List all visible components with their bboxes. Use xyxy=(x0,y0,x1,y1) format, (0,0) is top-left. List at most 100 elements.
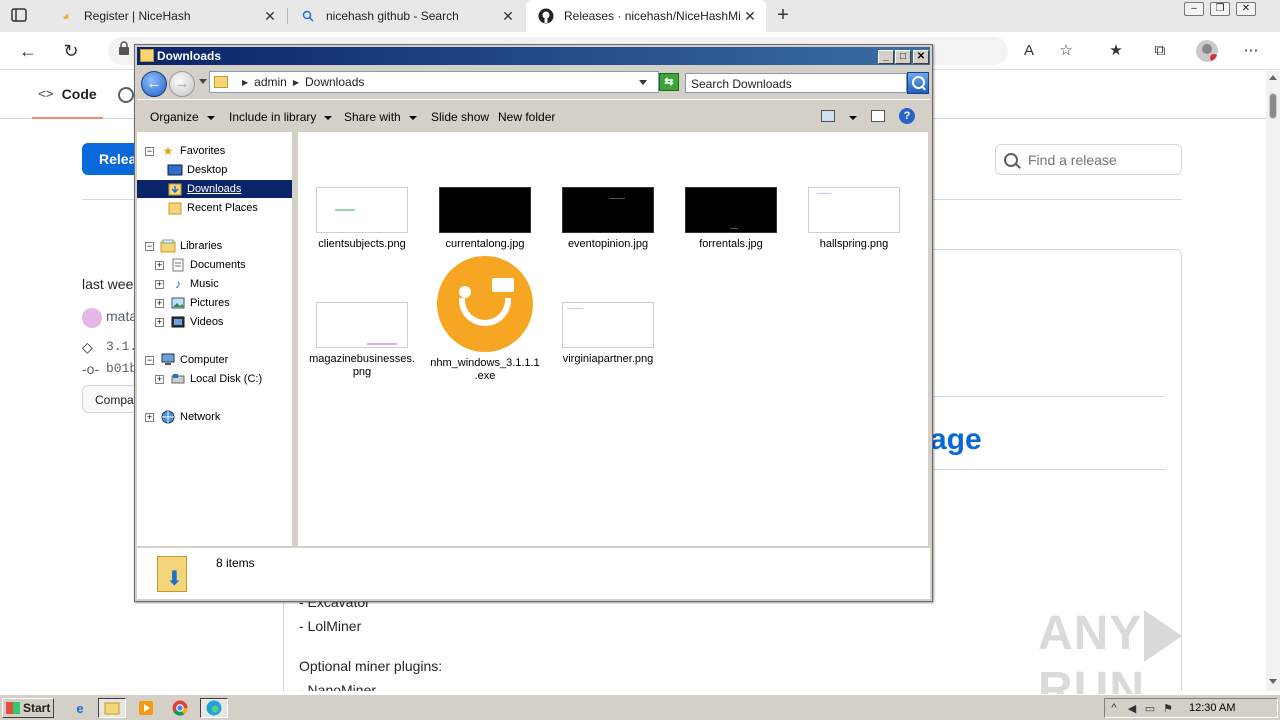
tree-recent-places[interactable]: Recent Places xyxy=(167,199,258,217)
chevron-right-icon[interactable]: ▶ xyxy=(242,78,248,87)
file-item[interactable]: clientsubjects.png xyxy=(307,187,417,251)
include-in-library-menu[interactable]: Include in library xyxy=(229,110,333,124)
file-item[interactable]: forrentals.jpg xyxy=(676,187,786,251)
file-item[interactable]: currentalong.jpg xyxy=(430,187,540,251)
slide-show-button[interactable]: Slide show xyxy=(431,110,489,124)
expand-icon[interactable]: + xyxy=(145,412,154,422)
back-arrow-icon[interactable]: ← xyxy=(17,40,39,62)
file-item[interactable]: magazinebusinesses.png xyxy=(307,302,417,379)
scroll-up-icon[interactable] xyxy=(1269,75,1277,80)
collapse-icon[interactable]: − xyxy=(145,146,154,156)
tab-code[interactable]: <> Code xyxy=(32,71,103,119)
tree-network[interactable]: + Network xyxy=(145,408,220,426)
new-tab-button[interactable]: + xyxy=(772,4,794,26)
tab-nicehash-github-search[interactable]: nicehash github - Search ✕ xyxy=(288,0,524,32)
favorites-icon[interactable]: ★ xyxy=(1106,41,1126,61)
breadcrumb-item[interactable]: Downloads xyxy=(305,75,364,89)
tree-local-disk[interactable]: + Local Disk (C:) xyxy=(155,370,262,388)
tree-libraries[interactable]: − Libraries xyxy=(145,237,222,255)
back-arrow-icon[interactable]: ← xyxy=(141,71,167,97)
tree-documents[interactable]: + Documents xyxy=(155,256,246,274)
collections-icon[interactable]: ⧉ xyxy=(1150,41,1170,61)
explorer-title-bar[interactable]: Downloads _ □ ✕ xyxy=(137,47,930,65)
tab-actions-icon[interactable] xyxy=(10,6,30,26)
tab-register-nicehash[interactable]: ◕ Register | NiceHash ✕ xyxy=(46,0,286,32)
refresh-icon[interactable]: ↻ xyxy=(60,40,82,62)
close-tab-icon[interactable]: ✕ xyxy=(742,8,758,25)
share-with-menu[interactable]: Share with xyxy=(344,110,417,124)
edge-icon[interactable] xyxy=(200,698,228,718)
minimize-button[interactable]: _ xyxy=(878,50,894,64)
view-options-dropdown[interactable] xyxy=(841,110,857,124)
profile-avatar[interactable] xyxy=(1196,40,1218,62)
tab-releases-nicehash[interactable]: Releases · nicehash/NiceHashMi ✕ xyxy=(526,0,766,32)
page-scrollbar[interactable] xyxy=(1266,71,1280,691)
volume-icon[interactable]: ◀ xyxy=(1123,702,1141,715)
restore-button[interactable]: ❐ xyxy=(1210,2,1230,16)
expand-icon[interactable]: + xyxy=(155,374,164,384)
tree-label: Videos xyxy=(190,316,224,328)
author-name[interactable]: mata xyxy=(106,308,137,324)
issues-icon[interactable] xyxy=(118,87,134,103)
commit-hash[interactable]: b01b xyxy=(106,361,137,376)
tree-desktop[interactable]: Desktop xyxy=(167,161,227,179)
maximize-button[interactable]: □ xyxy=(895,50,911,64)
flag-icon[interactable]: ⚑ xyxy=(1159,702,1177,715)
media-player-icon[interactable] xyxy=(132,698,160,718)
close-button[interactable]: ✕ xyxy=(913,50,929,64)
expand-icon[interactable]: + xyxy=(155,317,164,327)
more-menu-icon[interactable]: ⋯ xyxy=(1241,41,1261,61)
clock[interactable]: 12:30 AM xyxy=(1189,702,1235,714)
search-favicon-icon xyxy=(300,8,316,24)
close-button[interactable]: ✕ xyxy=(1236,2,1256,16)
file-item[interactable]: virginiapartner.png xyxy=(553,302,663,366)
file-item[interactable]: eventopinion.jpg xyxy=(553,187,663,251)
search-icon[interactable] xyxy=(907,72,929,94)
breadcrumb-item[interactable]: admin xyxy=(254,75,287,89)
add-favorite-icon[interactable]: ☆ xyxy=(1056,41,1076,61)
internet-explorer-icon[interactable]: e xyxy=(66,698,94,718)
address-dropdown-icon[interactable] xyxy=(639,80,647,85)
minimize-button[interactable]: – xyxy=(1184,2,1204,16)
release-title[interactable]: age xyxy=(930,423,982,457)
search-input[interactable]: Search Downloads xyxy=(685,73,907,93)
recent-pages-dropdown-icon[interactable] xyxy=(199,79,207,84)
organize-menu[interactable]: Organize xyxy=(150,110,215,124)
new-folder-button[interactable]: New folder xyxy=(498,110,555,124)
explorer-taskbar-icon[interactable] xyxy=(98,698,126,718)
expand-icon[interactable]: + xyxy=(155,298,164,308)
breadcrumb[interactable]: ▶ admin ▶ Downloads xyxy=(209,71,659,93)
file-item[interactable]: hallspring.png xyxy=(799,187,909,251)
tree-downloads[interactable]: Downloads xyxy=(137,180,292,198)
tree-computer[interactable]: − Computer xyxy=(145,351,228,369)
file-item[interactable]: nhm_windows_3.1.1.1.exe xyxy=(430,256,540,383)
read-aloud-icon[interactable]: A xyxy=(1019,41,1039,61)
tree-favorites[interactable]: − ★ Favorites xyxy=(145,142,225,160)
collapse-icon[interactable]: − xyxy=(145,355,154,365)
releases-button[interactable]: Relea xyxy=(82,143,142,175)
refresh-icon[interactable]: ⇆ xyxy=(659,73,679,91)
chrome-icon[interactable] xyxy=(166,698,194,718)
chevron-right-icon[interactable]: ▶ xyxy=(293,78,299,87)
find-release-input[interactable]: Find a release xyxy=(995,144,1182,175)
expand-icon[interactable]: + xyxy=(155,260,164,270)
network-tray-icon[interactable]: ▭ xyxy=(1141,702,1159,715)
tree-videos[interactable]: + Videos xyxy=(155,313,223,331)
compare-button[interactable]: Compa xyxy=(82,385,142,413)
tree-label: Favorites xyxy=(180,145,226,157)
close-tab-icon[interactable]: ✕ xyxy=(500,8,516,25)
author-avatar[interactable] xyxy=(82,308,102,328)
scroll-thumb[interactable] xyxy=(1269,93,1277,119)
preview-pane-icon[interactable] xyxy=(871,110,885,122)
close-tab-icon[interactable]: ✕ xyxy=(262,8,278,25)
start-button[interactable]: Start xyxy=(2,698,54,718)
window-title: Downloads xyxy=(157,49,222,63)
change-view-icon[interactable] xyxy=(821,110,835,122)
show-hidden-icons-icon[interactable]: ^ xyxy=(1105,702,1123,714)
tree-music[interactable]: + ♪ Music xyxy=(155,275,219,293)
collapse-icon[interactable]: − xyxy=(145,241,154,251)
tree-pictures[interactable]: + Pictures xyxy=(155,294,230,312)
forward-arrow-icon[interactable]: → xyxy=(169,71,195,97)
expand-icon[interactable]: + xyxy=(155,279,164,289)
help-icon[interactable]: ? xyxy=(899,108,915,124)
